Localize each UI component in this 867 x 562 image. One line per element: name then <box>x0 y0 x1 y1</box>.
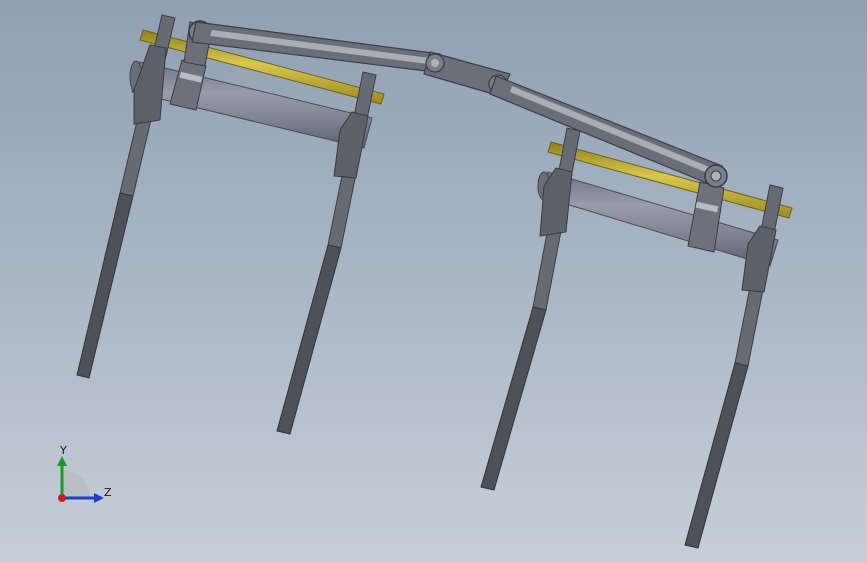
center-pivot-left-hole <box>431 59 439 67</box>
left-bracket-plate[interactable] <box>133 44 167 125</box>
right-leg-front-lower[interactable] <box>480 306 547 491</box>
triad-plane-quadrant <box>62 470 90 498</box>
right-roller[interactable] <box>539 171 779 267</box>
z-axis-arrowhead <box>94 493 104 503</box>
y-axis-label: Y <box>59 444 67 457</box>
z-axis-label: Z <box>104 486 112 499</box>
coordinate-triad: Y Z <box>57 444 112 503</box>
origin-dot <box>58 494 66 502</box>
graphics-viewport[interactable]: Y Z <box>0 0 867 562</box>
right-pivot-hole <box>710 170 722 182</box>
right-roller-assembly[interactable] <box>480 127 793 549</box>
y-axis-arrowhead <box>57 456 67 466</box>
left-leg-front-lower[interactable] <box>76 192 134 379</box>
left-roller-assembly[interactable] <box>76 14 385 435</box>
mechanism-model[interactable] <box>0 0 867 562</box>
right-leg-rear-lower[interactable] <box>684 362 749 549</box>
left-roller[interactable] <box>131 61 373 149</box>
left-leg-rear-lower[interactable] <box>276 244 342 435</box>
